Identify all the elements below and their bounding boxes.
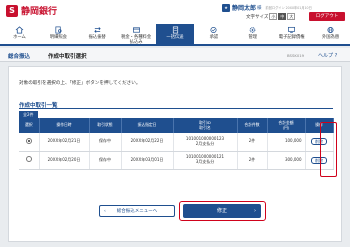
nav-label: 管理 — [248, 35, 258, 40]
transaction-name: 2月支払分 — [195, 140, 215, 146]
user-info: ★ 静岡太郎 様 前回ログイン 20XX年01月10日 — [222, 3, 312, 12]
nav-label: 明細照会 — [49, 35, 67, 40]
back-to-menu-button[interactable]: ‹ 総合振込メニューへ — [99, 205, 175, 217]
nav-label: 税金・各種料金 払込み — [121, 35, 152, 45]
bank-logo[interactable]: S 静岡銀行 — [6, 4, 57, 17]
select-radio[interactable] — [25, 137, 32, 144]
nav-label: 一括伝送 — [166, 35, 184, 40]
nav-statements[interactable]: 明細照会 — [39, 24, 78, 44]
globe-icon — [327, 26, 334, 34]
user-name: 静岡太郎 — [232, 5, 257, 12]
section-divider — [19, 108, 333, 109]
transfer-date-cell: 20XX年02月22日 — [121, 133, 174, 152]
amount-cell: 100,000 — [267, 133, 306, 152]
transfer-icon — [94, 27, 101, 33]
nav-bulk-transmission[interactable]: 一括伝送 — [155, 24, 195, 44]
text-size-large[interactable]: 大 — [287, 13, 296, 20]
text-size-small[interactable]: 小 — [269, 13, 278, 20]
select-cell[interactable] — [19, 133, 40, 152]
table-header-row: 選択 操作日時 取引状態 振込指定日 取引ID 取引名 合計件数 合計金額 (円… — [19, 118, 334, 133]
id-name-cell: 101001000000121 3月支払分 — [173, 151, 238, 170]
payment-icon — [132, 27, 140, 33]
col-header-amount: 合計金額 (円) — [267, 118, 306, 133]
col-header-id-name: 取引ID 取引名 — [173, 118, 238, 133]
status-cell: 保存中 — [89, 151, 122, 170]
nav-home[interactable]: ホーム — [0, 24, 39, 44]
col-header-datetime: 操作日時 — [39, 118, 90, 133]
approval-stamp-icon — [210, 26, 217, 34]
col-header-select: 選択 — [19, 118, 40, 133]
text-size-label: 文字サイズ — [246, 14, 269, 20]
fix-button-label: 修正 — [216, 208, 227, 214]
count-cell: 2件 — [237, 151, 268, 170]
home-icon — [15, 26, 24, 34]
help-label: ヘルプ — [318, 53, 334, 59]
logout-button[interactable]: ログアウト — [309, 12, 345, 21]
gear-icon — [249, 27, 256, 33]
text-size-medium[interactable]: 中 — [278, 13, 287, 20]
transaction-name: 3月支払分 — [195, 159, 215, 164]
id-name-cell: 101001000000123 2月支払分 — [173, 133, 238, 152]
transfer-date-cell: 20XX年03月01日 — [121, 151, 174, 170]
global-nav: ホーム 明細照会 振込振替 税金・各種料金 払込み 一括伝送 承認 管理 電子記… — [0, 24, 350, 46]
fix-button[interactable]: 修正 › — [183, 204, 261, 218]
monitor-icon — [288, 26, 296, 34]
transaction-table: 選択 操作日時 取引状態 振込指定日 取引ID 取引名 合計件数 合計金額 (円… — [19, 118, 334, 170]
header: S 静岡銀行 ★ 静岡太郎 様 前回ログイン 20XX年01月10日 文字サイズ… — [0, 0, 350, 24]
col-header-count: 合計件数 — [237, 118, 268, 133]
nav-approval[interactable]: 承認 — [194, 24, 233, 44]
col-header-status: 取引状態 — [89, 118, 122, 133]
nav-transfer[interactable]: 振込振替 — [78, 24, 117, 44]
text-size-control: 文字サイズ 小 中 大 — [246, 13, 296, 20]
nav-management[interactable]: 管理 — [233, 24, 272, 44]
document-search-icon — [55, 26, 62, 34]
bank-name: 静岡銀行 — [21, 7, 58, 17]
instruction-text: 対象の取引を選択の上、「修正」ボタンを押してください。 — [19, 81, 141, 86]
amount-cell: 300,000 — [267, 151, 306, 170]
page-titlebar: 総合振込 作成中取引選択 BSSK019 ヘルプ ? — [0, 48, 350, 62]
help-link[interactable]: ヘルプ ? — [318, 52, 337, 59]
bulk-document-icon — [172, 26, 178, 34]
action-column-highlight — [320, 122, 337, 177]
table-row[interactable]: 20XX年02月20日 保存中 20XX年03月01日 101001000000… — [19, 151, 334, 170]
status-cell: 保存中 — [89, 133, 122, 152]
record-count-badge: 全2件 — [19, 111, 38, 118]
help-icon: ? — [334, 53, 338, 59]
back-button-label: 総合振込メニューへ — [116, 209, 158, 214]
screen-id: BSSK019 — [287, 53, 305, 58]
nav-label: 外国為替 — [321, 35, 340, 40]
select-radio[interactable] — [25, 156, 32, 163]
nav-tax-payment[interactable]: 税金・各種料金 払込み — [117, 24, 156, 45]
nav-foreign-exchange[interactable]: 外国為替 — [311, 24, 350, 44]
table-row[interactable]: 20XX年02月21日 保存中 20XX年02月22日 101001000000… — [19, 133, 334, 152]
col-header-transfer-date: 振込指定日 — [121, 118, 174, 133]
main-panel: 対象の取引を選択の上、「修正」ボタンを押してください。 作成中取引一覧 全2件 … — [8, 66, 342, 242]
user-icon: ★ — [222, 3, 230, 12]
datetime-cell: 20XX年02月21日 — [39, 133, 90, 152]
datetime-cell: 20XX年02月20日 — [39, 151, 90, 170]
chevron-right-icon: › — [254, 208, 256, 214]
nav-label: ホーム — [13, 35, 26, 40]
chevron-left-icon: ‹ — [104, 209, 106, 214]
breadcrumb[interactable]: 総合振込 — [8, 52, 30, 60]
last-login: 前回ログイン 20XX年01月10日 — [265, 6, 312, 10]
nav-label: 承認 — [209, 35, 219, 40]
select-cell[interactable] — [19, 151, 40, 170]
nav-electronic-receivables[interactable]: 電子記録債権 — [272, 24, 311, 44]
count-cell: 2件 — [237, 133, 268, 152]
nav-label: 振込振替 — [88, 35, 106, 40]
page-title: 作成中取引選択 — [48, 54, 87, 60]
bank-logo-icon: S — [6, 4, 18, 17]
nav-label: 電子記録債権 — [278, 35, 305, 40]
user-honorific: 様 — [257, 5, 262, 11]
